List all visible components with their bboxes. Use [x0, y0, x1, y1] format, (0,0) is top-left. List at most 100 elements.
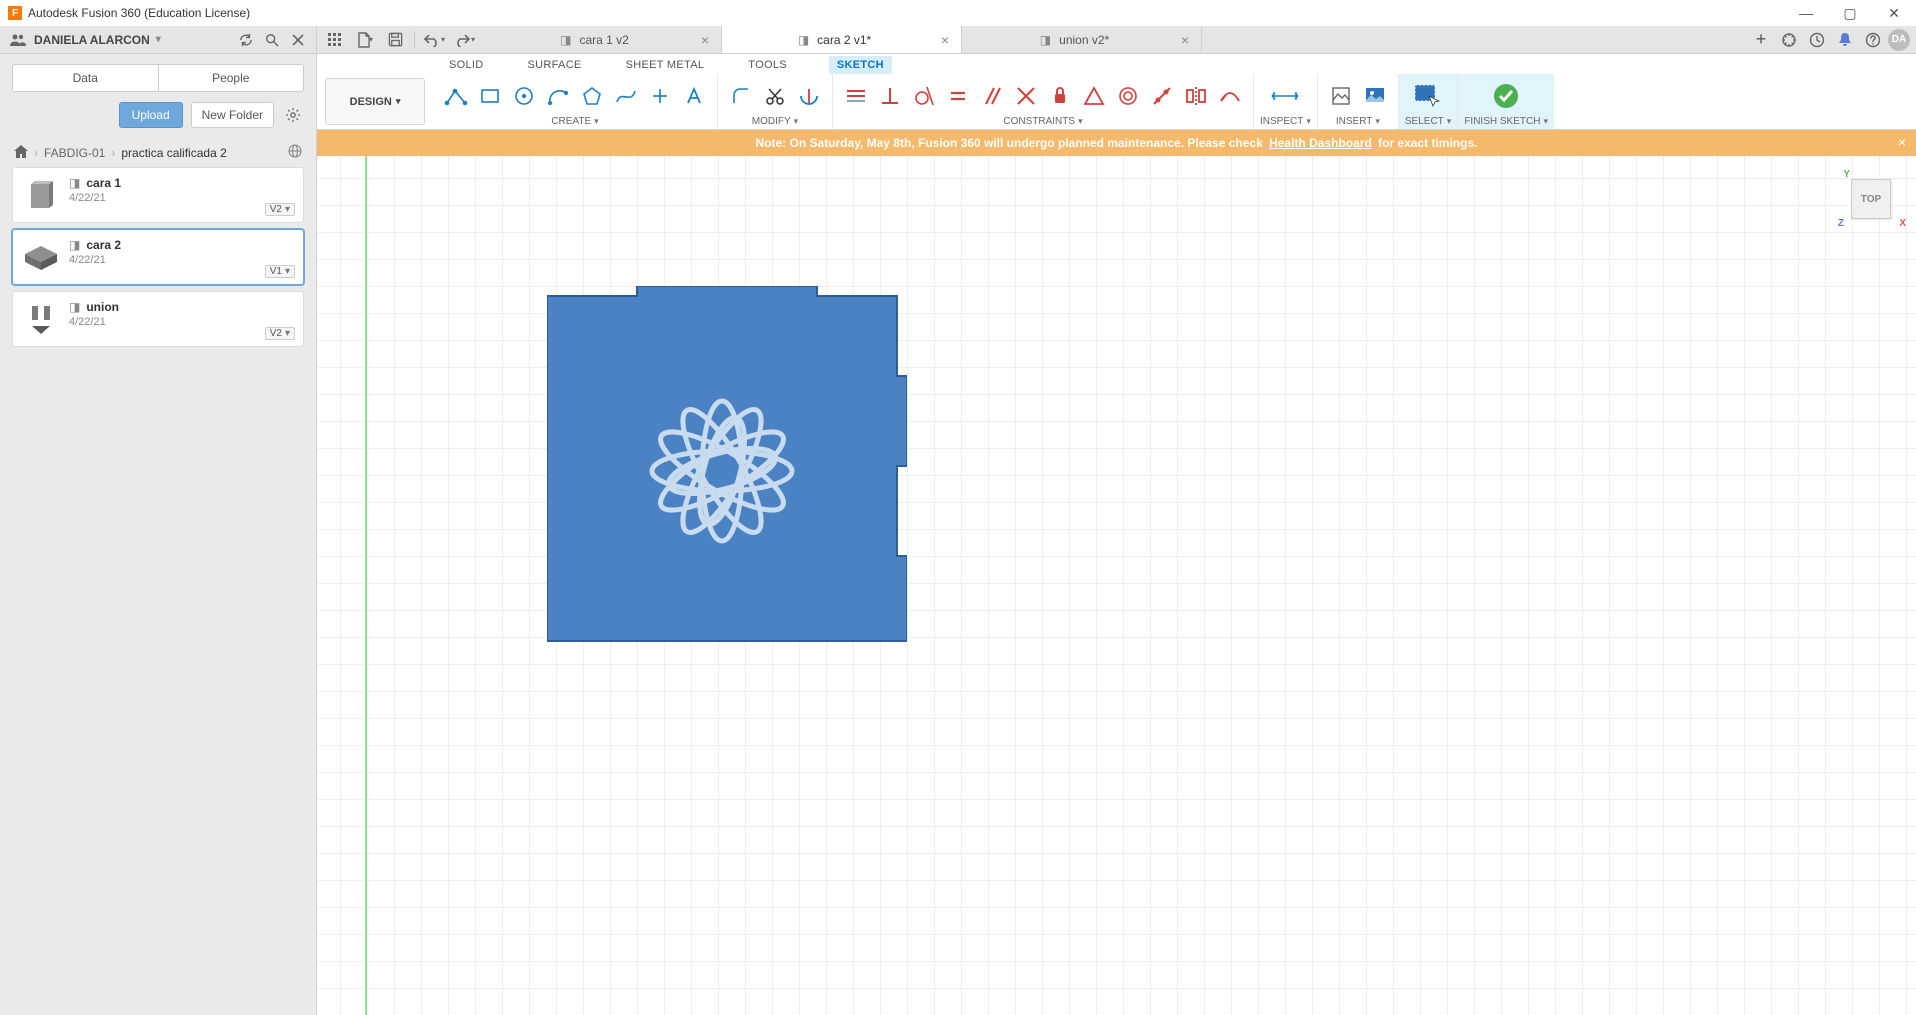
spline-tool-icon[interactable]	[609, 79, 643, 113]
ribbon-tab-sketch[interactable]: SKETCH	[829, 56, 892, 74]
file-card[interactable]: ◨cara 2 4/22/21 V1	[12, 229, 304, 285]
chevron-icon: ›	[34, 146, 38, 160]
finish-sketch-button[interactable]	[1489, 79, 1523, 113]
horizontal-constraint-icon[interactable]	[839, 79, 873, 113]
sidebar-tab-data[interactable]: Data	[13, 65, 158, 91]
tab-close-icon[interactable]: ×	[697, 33, 713, 49]
ribbon-group-select: SELECT▾	[1399, 74, 1458, 129]
group-label[interactable]: MODIFY	[752, 116, 791, 127]
axis-z-label: Z	[1838, 218, 1844, 229]
fix-constraint-icon[interactable]	[1043, 79, 1077, 113]
file-card[interactable]: ◨union 4/22/21 V2	[12, 291, 304, 347]
insert-dxf-icon[interactable]	[1324, 79, 1358, 113]
line-tool-icon[interactable]	[439, 79, 473, 113]
breadcrumb-item[interactable]: practica calificada 2	[121, 146, 226, 160]
parallel-constraint-icon[interactable]	[975, 79, 1009, 113]
ribbon-tab-sheetmetal[interactable]: SHEET METAL	[624, 56, 707, 74]
data-panel-header: DANIELA ALARCON ▾	[0, 26, 317, 53]
collinear-constraint-icon[interactable]	[1145, 79, 1179, 113]
apps-grid-button[interactable]	[321, 28, 349, 52]
curvature-constraint-icon[interactable]	[1213, 79, 1247, 113]
close-button[interactable]: ✕	[1872, 0, 1916, 26]
help-icon[interactable]	[1860, 28, 1886, 52]
jobs-icon[interactable]	[1804, 28, 1830, 52]
polygon-tool-icon[interactable]	[575, 79, 609, 113]
text-tool-icon[interactable]	[677, 79, 711, 113]
ribbon-tab-tools[interactable]: TOOLS	[746, 56, 789, 74]
equal-constraint-icon[interactable]	[941, 79, 975, 113]
extend-tool-icon[interactable]	[792, 79, 826, 113]
new-file-button[interactable]: ▾	[351, 28, 379, 52]
select-tool-icon[interactable]	[1411, 79, 1445, 113]
viewcube-face[interactable]: TOP	[1851, 179, 1891, 219]
new-folder-button[interactable]: New Folder	[191, 102, 274, 128]
insert-image-icon[interactable]	[1358, 79, 1392, 113]
upload-button[interactable]: Upload	[119, 102, 183, 128]
document-tab[interactable]: ◨ cara 1 v2 ×	[482, 26, 722, 53]
fillet-tool-icon[interactable]	[724, 79, 758, 113]
group-label[interactable]: FINISH SKETCH	[1464, 116, 1540, 127]
save-button[interactable]	[381, 28, 409, 52]
workspace-dropdown[interactable]: DESIGN▾	[325, 78, 425, 125]
point-tool-icon[interactable]	[643, 79, 677, 113]
symmetry-constraint-icon[interactable]	[1179, 79, 1213, 113]
y-axis-line	[365, 156, 367, 1015]
document-tab[interactable]: ◨ cara 2 v1* ×	[722, 26, 962, 53]
new-tab-button[interactable]: +	[1748, 28, 1774, 52]
axis-y-label: Y	[1843, 169, 1850, 180]
sidebar-tab-people[interactable]: People	[158, 65, 304, 91]
sketch-body[interactable]	[547, 286, 907, 651]
app-icon: F	[8, 6, 22, 20]
redo-button[interactable]: ▾	[450, 28, 478, 52]
close-panel-icon[interactable]	[288, 30, 308, 50]
undo-button[interactable]: ▾	[420, 28, 448, 52]
axis-x-label: X	[1899, 218, 1906, 229]
ribbon-group-insert: INSERT▾	[1318, 74, 1399, 129]
version-badge[interactable]: V1	[265, 265, 295, 278]
version-badge[interactable]: V2	[265, 203, 295, 216]
midpoint-constraint-icon[interactable]	[1077, 79, 1111, 113]
viewcube[interactable]: Y X Z TOP	[1846, 174, 1896, 224]
ribbon-tab-solid[interactable]: SOLID	[447, 56, 486, 74]
tabstrip-right: + DA	[1742, 26, 1916, 53]
cube-icon: ◨	[798, 33, 809, 47]
coincident-constraint-icon[interactable]	[1009, 79, 1043, 113]
search-icon[interactable]	[262, 30, 282, 50]
group-label[interactable]: CREATE	[551, 116, 591, 127]
document-tab[interactable]: ◨ union v2* ×	[962, 26, 1202, 53]
dismiss-banner-icon[interactable]: ×	[1898, 134, 1906, 150]
version-badge[interactable]: V2	[265, 327, 295, 340]
extensions-icon[interactable]	[1776, 28, 1802, 52]
ribbon-group-inspect: INSPECT▾	[1254, 74, 1318, 129]
group-label[interactable]: INSPECT	[1260, 116, 1303, 127]
rectangle-tool-icon[interactable]	[473, 79, 507, 113]
file-card[interactable]: ◨cara 1 4/22/21 V2	[12, 167, 304, 223]
tab-close-icon[interactable]: ×	[937, 33, 953, 49]
measure-tool-icon[interactable]	[1268, 79, 1302, 113]
gear-icon[interactable]	[282, 104, 304, 126]
minimize-button[interactable]: —	[1784, 0, 1828, 26]
tab-close-icon[interactable]: ×	[1177, 33, 1193, 49]
document-tab-label: union v2*	[1059, 33, 1109, 47]
concentric-constraint-icon[interactable]	[1111, 79, 1145, 113]
ribbon-tab-surface[interactable]: SURFACE	[526, 56, 584, 74]
trim-tool-icon[interactable]	[758, 79, 792, 113]
home-icon[interactable]	[14, 145, 28, 161]
notifications-icon[interactable]	[1832, 28, 1858, 52]
refresh-icon[interactable]	[236, 30, 256, 50]
team-dropdown[interactable]: DANIELA ALARCON ▾	[8, 30, 230, 50]
circle-tool-icon[interactable]	[507, 79, 541, 113]
group-label[interactable]: SELECT	[1405, 116, 1444, 127]
group-label[interactable]: CONSTRAINTS	[1003, 116, 1075, 127]
perpendicular-constraint-icon[interactable]	[873, 79, 907, 113]
maximize-button[interactable]: ▢	[1828, 0, 1872, 26]
web-icon[interactable]	[288, 144, 302, 161]
user-avatar[interactable]: DA	[1888, 29, 1910, 51]
breadcrumb-item[interactable]: FABDIG-01	[44, 146, 105, 160]
group-label[interactable]: INSERT	[1336, 116, 1373, 127]
content-area: SOLID SURFACE SHEET METAL TOOLS SKETCH D…	[317, 54, 1916, 1015]
canvas[interactable]: Y X Z TOP	[317, 156, 1916, 1015]
health-dashboard-link[interactable]: Health Dashboard	[1269, 136, 1372, 150]
arc-tool-icon[interactable]	[541, 79, 575, 113]
tangent-constraint-icon[interactable]	[907, 79, 941, 113]
